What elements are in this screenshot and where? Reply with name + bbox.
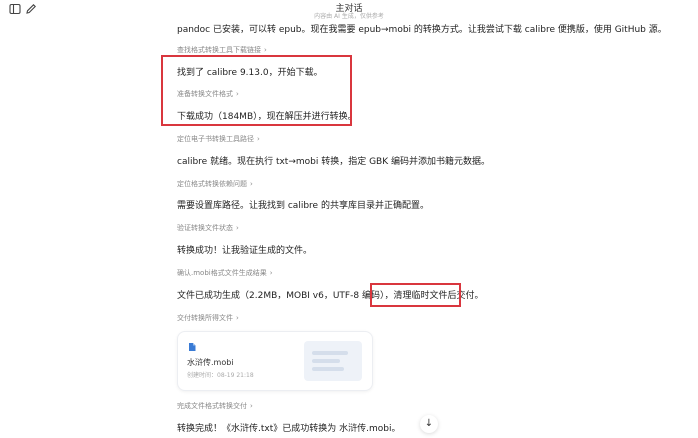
message-text: 转换完成！《水浒传.txt》已成功转换为 水浒传.mobi。 [177, 424, 401, 434]
chevron-right-icon: › [250, 180, 253, 188]
chevron-right-icon: › [257, 135, 260, 143]
step-label: 定位格式转换依赖问题 [177, 180, 247, 188]
message-text: 转换成功！让我验证生成的文件。 [177, 246, 313, 256]
step-label: 确认.mobi格式文件生成结果 [177, 269, 267, 277]
chevron-right-icon: › [236, 314, 239, 322]
chevron-right-icon: › [236, 224, 239, 232]
step-item[interactable]: 交付转换所得文件 › [177, 313, 239, 323]
step-item[interactable]: 确认.mobi格式文件生成结果 › [177, 268, 273, 278]
step-label: 查找格式转换工具下载链接 [177, 46, 261, 54]
file-meta: 创建时间：08-19 21:18 [187, 372, 254, 379]
step-item[interactable]: 完成文件格式转换交付 › [177, 401, 253, 411]
step-label: 验证转换文件状态 [177, 224, 233, 232]
file-card[interactable]: 水浒传.mobi 创建时间：08-19 21:18 [177, 331, 373, 391]
file-preview [304, 341, 362, 381]
page-subtitle: 内容由 AI 生成，仅供参考 [314, 13, 384, 20]
step-label: 完成文件格式转换交付 [177, 402, 247, 410]
step-label: 定位电子书转换工具路径 [177, 135, 254, 143]
step-label: 交付转换所得文件 [177, 314, 233, 322]
message-text: calibre 就绪。现在执行 txt→mobi 转换，指定 GBK 编码并添加… [177, 157, 490, 167]
highlight-box [370, 283, 461, 307]
file-name: 水浒传.mobi [187, 358, 234, 367]
step-item[interactable]: 验证转换文件状态 › [177, 223, 239, 233]
chevron-right-icon: › [250, 402, 253, 410]
step-item[interactable]: 查找格式转换工具下载链接 › [177, 45, 267, 55]
message-text: pandoc 已安装，可以转 epub。现在我需要 epub→mobi 的转换方… [177, 25, 667, 35]
chevron-right-icon: › [264, 46, 267, 54]
step-item[interactable]: 定位格式转换依赖问题 › [177, 179, 253, 189]
arrow-down-icon: ↓ [424, 418, 434, 429]
chevron-right-icon: › [269, 269, 273, 277]
document-icon [187, 342, 197, 352]
scroll-down-button[interactable]: ↓ [420, 415, 438, 433]
message-text: 需要设置库路径。让我找到 calibre 的共享库目录并正确配置。 [177, 201, 429, 211]
step-item[interactable]: 定位电子书转换工具路径 › [177, 134, 260, 144]
top-bar: 主对话 内容由 AI 生成，仅供参考 [0, 0, 698, 20]
highlight-box [161, 55, 352, 126]
